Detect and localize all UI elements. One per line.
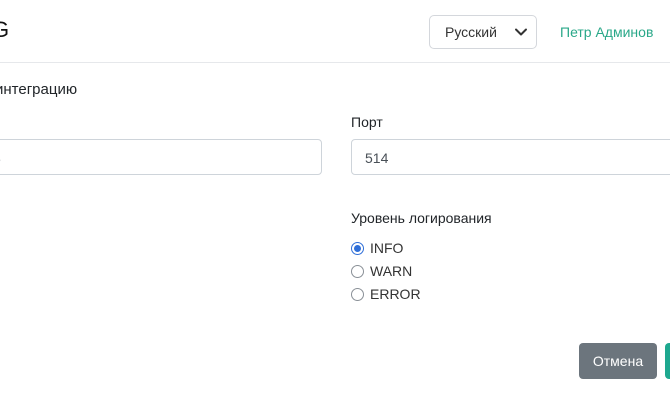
host-field-value: 3 <box>0 150 1 166</box>
page-title: G <box>0 17 10 42</box>
cancel-button[interactable]: Отмена <box>579 343 657 379</box>
log-level-label: Уровень логирования <box>351 210 492 226</box>
user-menu-link[interactable]: Петр Админов <box>560 24 653 40</box>
primary-button[interactable] <box>665 343 670 379</box>
top-bar: G Русский Петр Админов <box>0 0 670 63</box>
radio-label: INFO <box>370 240 404 256</box>
radio-button[interactable] <box>351 288 364 301</box>
language-select[interactable]: Русский <box>429 15 537 49</box>
chevron-down-icon <box>515 28 527 36</box>
port-field[interactable]: 514 <box>351 139 670 175</box>
port-label: Порт <box>351 114 383 130</box>
radio-label: WARN <box>370 263 413 279</box>
radio-button[interactable] <box>351 265 364 278</box>
section-title: интеграцию <box>0 81 78 98</box>
radio-button[interactable] <box>351 242 364 255</box>
radio-label: ERROR <box>370 286 421 302</box>
language-select-value: Русский <box>445 24 497 40</box>
host-field[interactable]: 3 <box>0 139 322 175</box>
port-field-value: 514 <box>365 150 389 166</box>
